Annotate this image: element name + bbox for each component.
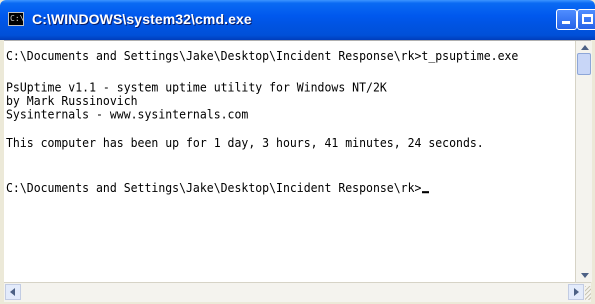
console-line-prompt: C:\Documents and Settings\Jake\Desktop\I… (6, 180, 430, 196)
scroll-up-arrow-icon[interactable] (581, 45, 589, 50)
minimize-button[interactable] (556, 9, 577, 30)
maximize-icon (582, 14, 593, 24)
scroll-left-button[interactable] (5, 284, 21, 300)
text-cursor (422, 191, 430, 194)
cmd-console-icon[interactable]: C:\ (8, 12, 24, 26)
scroll-left-arrow-icon (10, 288, 15, 296)
scroll-down-arrow-icon[interactable] (581, 273, 589, 278)
scroll-right-button[interactable] (568, 284, 584, 300)
window-title: C:\WINDOWS\system32\cmd.exe (32, 11, 252, 27)
prompt-text: C:\Documents and Settings\Jake\Desktop\I… (6, 180, 422, 196)
console-output[interactable]: C:\Documents and Settings\Jake\Desktop\I… (4, 41, 574, 293)
minimize-icon (562, 21, 570, 24)
cmd-icon-glyph: C:\ (10, 14, 25, 23)
horizontal-scrollbar[interactable] (4, 282, 591, 302)
console-line-command: C:\Documents and Settings\Jake\Desktop\I… (6, 48, 519, 64)
console-line-website: Sysinternals - www.sysinternals.com (6, 107, 249, 122)
scroll-right-arrow-icon (574, 288, 579, 296)
console-line-uptime: This computer has been up for 1 day, 3 h… (6, 135, 484, 151)
maximize-button[interactable] (577, 9, 595, 30)
console-client-area: C:\Documents and Settings\Jake\Desktop\I… (4, 40, 592, 302)
console-line-product: PsUptime v1.1 - system uptime utility fo… (6, 79, 387, 95)
resize-grip[interactable] (585, 286, 591, 300)
title-bar[interactable]: C:\ C:\WINDOWS\system32\cmd.exe (0, 0, 595, 40)
console-line-author: by Mark Russinovich (6, 93, 138, 109)
vertical-scrollbar[interactable] (575, 41, 592, 282)
cmd-window: C:\ C:\WINDOWS\system32\cmd.exe C:\Docum… (0, 0, 595, 304)
vertical-scroll-thumb[interactable] (577, 53, 591, 75)
